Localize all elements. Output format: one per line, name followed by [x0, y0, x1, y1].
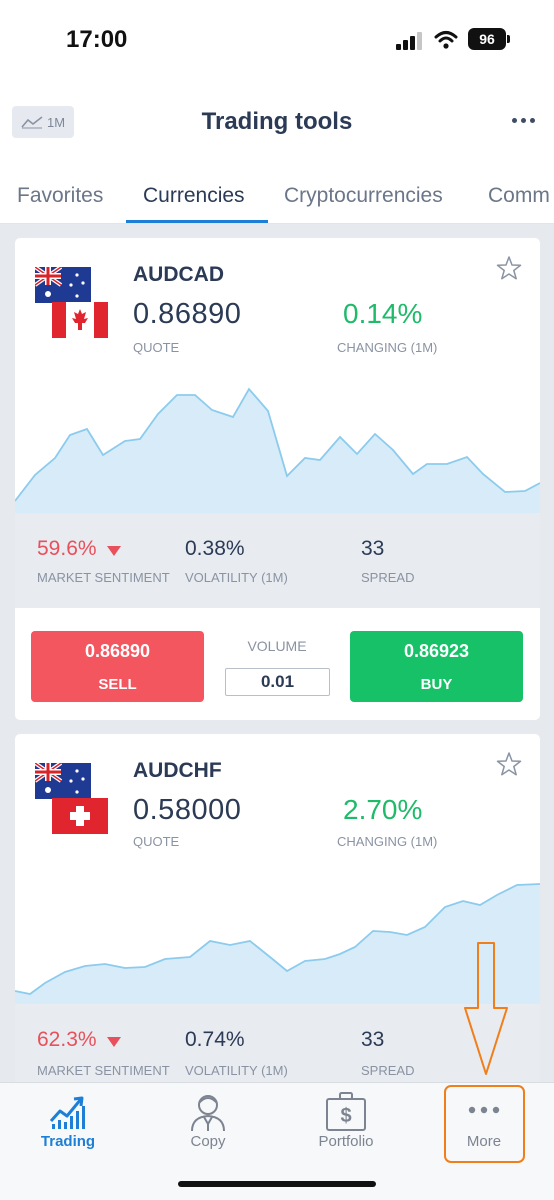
nav-item-trading[interactable]: Trading — [8, 1083, 128, 1163]
nav-item-copy[interactable]: Copy — [148, 1083, 268, 1163]
buy-button[interactable]: 0.86923 BUY — [350, 631, 523, 702]
status-bar: 17:00 96 — [0, 0, 554, 86]
change-label: CHANGING (1M) — [337, 340, 438, 355]
nav-label: Trading — [40, 1133, 96, 1150]
spread-label: SPREAD — [361, 570, 415, 585]
stats-panel: 59.6% MARKET SENTIMENT 0.38% VOLATILITY … — [15, 513, 540, 608]
instrument-symbol: AUDCAD — [133, 263, 224, 286]
volume-label: VOLUME — [247, 638, 307, 654]
change-value: 2.70% — [343, 794, 423, 825]
battery-indicator: 96 — [468, 28, 510, 50]
nav-label: Copy — [190, 1133, 226, 1150]
instrument-card-audcad[interactable]: AUDCAD 0.86890 QUOTE 0.14% CHANGING (1M)… — [15, 238, 540, 720]
nav-label: Portfolio — [318, 1133, 374, 1150]
tab-commodities[interactable]: Comm — [488, 184, 550, 208]
buy-label: BUY — [420, 676, 453, 693]
svg-text:$: $ — [340, 1105, 351, 1127]
volatility-value: 0.74% — [185, 1028, 245, 1051]
volatility-value: 0.38% — [185, 537, 245, 560]
copy-trader-icon — [191, 1095, 225, 1132]
volatility-label: VOLATILITY (1M) — [185, 570, 288, 585]
page-title: Trading tools — [201, 108, 353, 135]
favorite-star-icon[interactable] — [496, 751, 522, 777]
market-sentiment-label: MARKET SENTIMENT — [37, 570, 170, 585]
nav-item-portfolio[interactable]: $ Portfolio — [286, 1083, 406, 1163]
volume-input[interactable] — [225, 668, 330, 696]
annotation-down-arrow-icon — [464, 942, 508, 1075]
canada-flag-icon — [52, 302, 108, 338]
favorite-star-icon[interactable] — [496, 255, 522, 281]
down-triangle-icon — [107, 1037, 121, 1047]
portfolio-briefcase-icon: $ — [326, 1092, 366, 1131]
app-header: 1M Trading tools — [0, 86, 554, 168]
home-indicator — [178, 1181, 376, 1187]
wifi-icon — [434, 31, 458, 49]
market-sentiment-label: MARKET SENTIMENT — [37, 1063, 170, 1078]
cellular-signal-icon — [396, 32, 422, 50]
category-tabs: Favorites Currencies Cryptocurrencies Co… — [0, 168, 554, 224]
market-sentiment-value: 59.6% — [37, 537, 97, 560]
australia-flag-icon — [35, 763, 91, 799]
sell-label: SELL — [98, 676, 137, 693]
trading-chart-icon — [49, 1096, 85, 1129]
quote-label: QUOTE — [133, 340, 180, 355]
active-tab-indicator — [126, 220, 268, 223]
quote-value: 0.58000 — [133, 794, 242, 826]
change-label: CHANGING (1M) — [337, 834, 438, 849]
australia-flag-icon — [35, 267, 91, 303]
market-sentiment-value: 62.3% — [37, 1028, 97, 1051]
switzerland-flag-icon — [52, 798, 108, 834]
down-triangle-icon — [107, 546, 121, 556]
ellipsis-icon[interactable] — [512, 118, 535, 123]
tab-favorites[interactable]: Favorites — [17, 184, 103, 208]
sell-button[interactable]: 0.86890 SELL — [31, 631, 204, 702]
annotation-highlight-box — [444, 1085, 525, 1163]
spread-label: SPREAD — [361, 1063, 415, 1078]
sell-price: 0.86890 — [84, 641, 151, 661]
buy-price: 0.86923 — [403, 641, 470, 661]
spread-value: 33 — [361, 1028, 385, 1051]
change-value: 0.14% — [343, 298, 423, 329]
quote-value: 0.86890 — [133, 298, 242, 330]
tab-cryptocurrencies[interactable]: Cryptocurrencies — [284, 184, 443, 208]
instrument-symbol: AUDCHF — [133, 759, 222, 782]
price-chart — [15, 387, 540, 513]
tab-currencies[interactable]: Currencies — [143, 184, 245, 208]
volatility-label: VOLATILITY (1M) — [185, 1063, 288, 1078]
spread-value: 33 — [361, 537, 385, 560]
status-time: 17:00 — [66, 26, 128, 53]
quote-label: QUOTE — [133, 834, 180, 849]
